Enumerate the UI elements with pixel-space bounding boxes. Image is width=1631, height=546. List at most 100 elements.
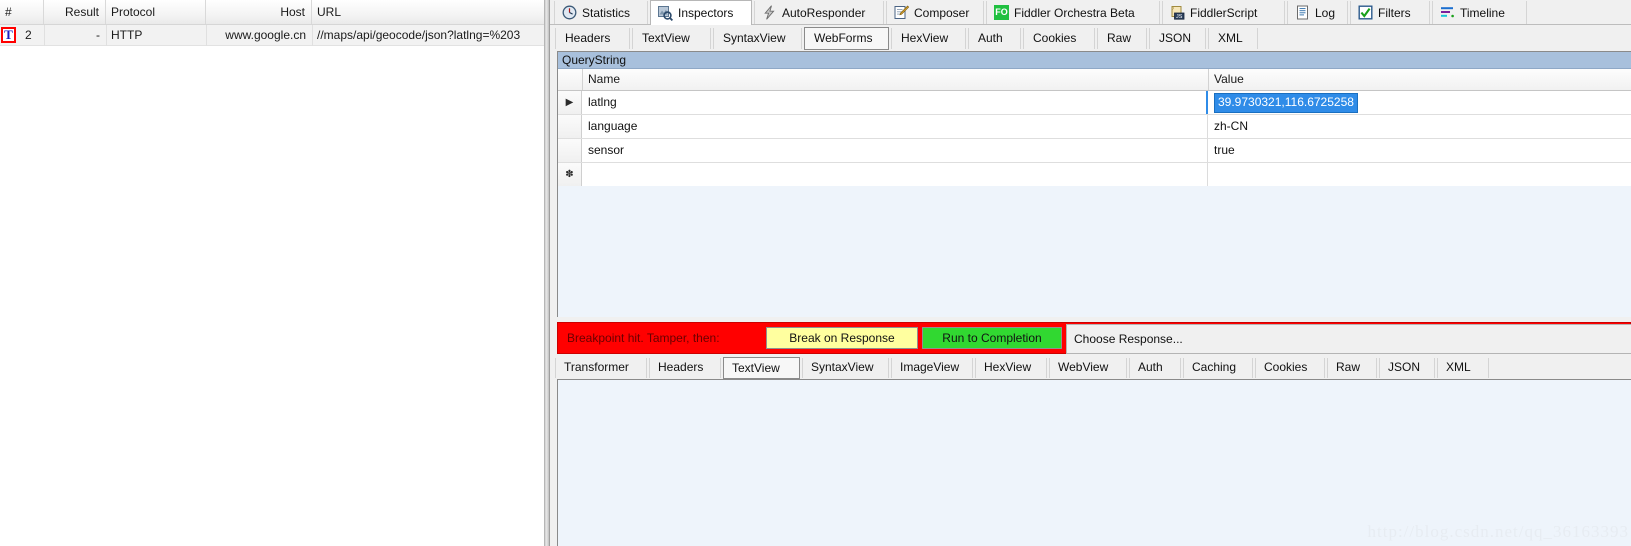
cell-host: www.google.cn	[225, 28, 306, 42]
cell-result: -	[96, 28, 100, 42]
selected-value-text: 39.9730321,116.6725258	[1214, 93, 1358, 113]
tab-response-textview[interactable]: TextView	[723, 357, 800, 379]
timeline-bars-icon	[1440, 5, 1455, 20]
querystring-group-header: QueryString	[558, 52, 1631, 69]
svg-text:JS: JS	[1176, 14, 1183, 20]
tab-fiddlerscript-label: FiddlerScript	[1190, 5, 1258, 20]
lightning-bolt-icon	[762, 5, 777, 20]
breakpoint-bar: Breakpoint hit. Tamper, then: Break on R…	[557, 322, 1631, 354]
column-header-url[interactable]: URL	[312, 0, 544, 24]
clock-statistics-icon	[562, 5, 577, 20]
cell-value[interactable]	[1209, 163, 1631, 186]
cell-name[interactable]: latlng	[583, 91, 1208, 114]
tab-statistics[interactable]: Statistics	[554, 1, 648, 24]
tab-request-raw[interactable]: Raw	[1097, 28, 1147, 49]
tab-response-webview[interactable]: WebView	[1049, 358, 1127, 378]
tab-request-json[interactable]: JSON	[1149, 28, 1206, 49]
table-row-new[interactable]: ✽	[558, 163, 1631, 187]
tab-request-cookies[interactable]: Cookies	[1023, 28, 1095, 49]
row-marker-new: ✽	[558, 163, 582, 186]
tab-timeline-label: Timeline	[1460, 5, 1505, 20]
js-scroll-icon: JS	[1170, 5, 1185, 20]
tab-response-headers[interactable]: Headers	[649, 358, 721, 378]
cell-name[interactable]	[583, 163, 1208, 186]
tab-filters-label: Filters	[1378, 5, 1411, 20]
request-tab-strip: Headers TextView SyntaxView WebForms Hex…	[550, 25, 1631, 51]
querystring-column-headers: Name Value	[558, 69, 1631, 91]
inspectors-panel: Statistics Inspectors AutoResponder Comp…	[550, 0, 1631, 546]
cell-url: //maps/api/geocode/json?latlng=%203	[317, 28, 521, 42]
tab-log-label: Log	[1315, 5, 1336, 20]
row-selector-header	[558, 69, 583, 90]
tab-request-xml[interactable]: XML	[1208, 28, 1258, 49]
column-header-number[interactable]: #	[0, 0, 44, 24]
row-marker-current: ▶	[558, 91, 582, 114]
magnifier-inspectors-icon	[658, 5, 673, 21]
cell-value[interactable]: true	[1209, 139, 1631, 162]
pencil-note-icon	[894, 5, 909, 20]
session-list-panel: # Result Protocol Host URL T 2 - HTTP ww…	[0, 0, 544, 546]
session-row[interactable]: T 2 - HTTP www.google.cn //maps/api/geoc…	[0, 25, 544, 46]
grid-empty-area	[558, 186, 1631, 317]
tab-response-xml[interactable]: XML	[1437, 358, 1489, 378]
table-row[interactable]: language zh-CN	[558, 115, 1631, 139]
cell-number: 2	[25, 28, 32, 42]
tab-statistics-label: Statistics	[582, 5, 631, 20]
response-tab-strip: Transformer Headers TextView SyntaxView …	[550, 355, 1631, 379]
tab-composer[interactable]: Composer	[886, 1, 984, 24]
tab-request-webforms[interactable]: WebForms	[804, 27, 889, 50]
tab-request-hexview[interactable]: HexView	[891, 28, 966, 49]
fo-badge-icon: FO	[994, 5, 1009, 20]
tab-fiddler-orchestra-beta[interactable]: FO Fiddler Orchestra Beta	[986, 1, 1160, 24]
checkbox-checked-icon	[1358, 5, 1373, 20]
tab-request-textview[interactable]: TextView	[632, 28, 711, 49]
cell-value[interactable]: zh-CN	[1209, 115, 1631, 138]
cell-name[interactable]: language	[583, 115, 1208, 138]
tab-request-auth[interactable]: Auth	[968, 28, 1021, 49]
tab-response-hexview[interactable]: HexView	[975, 358, 1047, 378]
cell-value[interactable]: 39.9730321,116.6725258	[1209, 91, 1631, 114]
fiddler-window: # Result Protocol Host URL T 2 - HTTP ww…	[0, 0, 1631, 546]
tab-response-json[interactable]: JSON	[1379, 358, 1435, 378]
tab-response-auth[interactable]: Auth	[1129, 358, 1181, 378]
table-row[interactable]: sensor true	[558, 139, 1631, 163]
break-on-response-button[interactable]: Break on Response	[766, 327, 918, 349]
row-marker	[558, 115, 582, 138]
breakpoint-message: Breakpoint hit. Tamper, then:	[567, 331, 720, 345]
run-to-completion-button[interactable]: Run to Completion	[922, 327, 1062, 349]
column-header-value[interactable]: Value	[1209, 69, 1631, 90]
tab-request-syntaxview[interactable]: SyntaxView	[713, 28, 802, 49]
row-marker	[558, 139, 582, 162]
tab-log[interactable]: Log	[1287, 1, 1348, 24]
tab-fiddler-orchestra-beta-label: Fiddler Orchestra Beta	[1014, 5, 1135, 20]
tab-response-cookies[interactable]: Cookies	[1255, 358, 1325, 378]
document-log-icon	[1295, 5, 1310, 20]
tab-inspectors-label: Inspectors	[678, 6, 734, 20]
tab-inspectors[interactable]: Inspectors	[650, 0, 752, 25]
main-tab-strip: Statistics Inspectors AutoResponder Comp…	[550, 0, 1631, 25]
column-header-result[interactable]: Result	[44, 0, 106, 24]
cell-protocol: HTTP	[111, 28, 143, 42]
tab-fiddlerscript[interactable]: JS FiddlerScript	[1162, 1, 1285, 24]
tab-timeline[interactable]: Timeline	[1432, 1, 1527, 24]
column-header-protocol[interactable]: Protocol	[106, 0, 206, 24]
tab-request-headers[interactable]: Headers	[555, 28, 630, 49]
cell-name[interactable]: sensor	[583, 139, 1208, 162]
column-header-host[interactable]: Host	[206, 0, 312, 24]
tab-response-raw[interactable]: Raw	[1327, 358, 1377, 378]
column-header-name[interactable]: Name	[583, 69, 1209, 90]
tab-response-imageview[interactable]: ImageView	[891, 358, 973, 378]
table-row[interactable]: ▶ latlng 39.9730321,116.6725258	[558, 91, 1631, 115]
watermark-url: http://blog.csdn.net/qq_36163393	[1367, 522, 1629, 541]
breakpoint-tamper-icon: T	[1, 27, 16, 43]
choose-response-input[interactable]: Choose Response...	[1066, 324, 1631, 354]
tab-response-caching[interactable]: Caching	[1183, 358, 1253, 378]
tab-composer-label: Composer	[914, 5, 970, 20]
response-textview-body[interactable]	[557, 379, 1631, 546]
tab-filters[interactable]: Filters	[1350, 1, 1430, 24]
session-list-column-headers: # Result Protocol Host URL	[0, 0, 544, 25]
tab-autoresponder-label: AutoResponder	[782, 5, 866, 20]
tab-response-syntaxview[interactable]: SyntaxView	[802, 358, 889, 378]
tab-response-transformer[interactable]: Transformer	[555, 358, 647, 378]
tab-autoresponder[interactable]: AutoResponder	[754, 1, 884, 24]
